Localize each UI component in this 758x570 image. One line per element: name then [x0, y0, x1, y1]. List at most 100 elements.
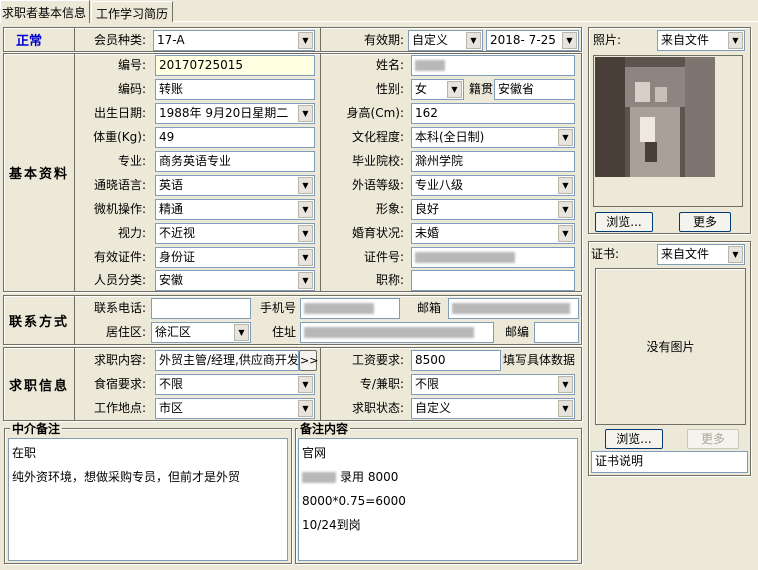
code-label: 编码:: [117, 82, 146, 96]
certificate-description-input[interactable]: 证书说明: [591, 451, 748, 473]
agency-note-line: 纯外资环境，想做采购专员，但前才是外贸: [12, 470, 241, 484]
redacted-name: [415, 60, 445, 71]
dropdown-arrow-icon: ▼: [298, 376, 313, 393]
redacted-mobile: [304, 303, 374, 314]
major-input[interactable]: 商务英语专业: [155, 151, 315, 172]
dropdown-arrow-icon: ▼: [298, 32, 313, 49]
gender-label: 性别:: [375, 82, 404, 96]
dropdown-arrow-icon: ▼: [298, 225, 313, 242]
pc-skill-label: 微机操作:: [93, 202, 146, 216]
id-type-label: 有效证件:: [93, 250, 146, 264]
dropdown-arrow-icon: ▼: [728, 246, 743, 263]
dropdown-arrow-icon: ▼: [298, 177, 313, 194]
pc-skill-select[interactable]: 精通 ▼: [155, 199, 315, 220]
address-input[interactable]: [300, 322, 494, 343]
birth-date-picker[interactable]: 1988年 9月20日星期二 ▼: [155, 103, 315, 124]
validity-mode-select[interactable]: 自定义 ▼: [408, 30, 483, 51]
remark-textarea[interactable]: 官网 录用 8000 8000*0.75=6000 10/24到岗: [298, 438, 578, 561]
contact-title: 联系方式: [8, 314, 69, 330]
phone-input[interactable]: [151, 298, 251, 319]
id-number-label: 证件号:: [363, 250, 404, 264]
dropdown-arrow-icon: ▼: [558, 400, 573, 417]
mobile-input[interactable]: [300, 298, 400, 319]
redacted-company: [302, 472, 336, 483]
foreign-level-label: 外语等级:: [351, 178, 404, 192]
certificate-more-button: 更多: [687, 429, 739, 449]
postcode-label: 邮编: [504, 325, 529, 339]
code-input[interactable]: 转账: [155, 79, 315, 100]
dropdown-arrow-icon: ▼: [558, 129, 573, 146]
phone-label: 联系电话:: [93, 301, 146, 315]
agency-notes-textarea[interactable]: 在职 纯外资环境，想做采购专员，但前才是外贸: [8, 438, 288, 561]
dropdown-arrow-icon: ▼: [298, 105, 313, 122]
job-status-select[interactable]: 自定义 ▼: [411, 398, 575, 419]
photo-source-select[interactable]: 来自文件 ▼: [657, 30, 745, 51]
no-image-text: 没有图片: [646, 340, 695, 354]
job-content-input[interactable]: 外贸主管/经理,供应商开发: [155, 350, 299, 371]
tab-basic-info[interactable]: 求职者基本信息: [0, 0, 90, 23]
tab-work-resume[interactable]: 工作学习简历: [91, 1, 173, 22]
address-label: 住址: [271, 325, 296, 339]
lodging-select[interactable]: 不限 ▼: [155, 374, 315, 395]
basic-info-title: 基本资料: [8, 167, 69, 182]
photo-image: [595, 57, 715, 177]
member-type-label: 会员种类:: [93, 33, 146, 47]
parttime-select[interactable]: 不限 ▼: [411, 374, 575, 395]
agency-notes-title: 中介备注: [10, 422, 63, 436]
redacted-email: [452, 303, 570, 314]
id-type-select[interactable]: 身份证 ▼: [155, 247, 315, 268]
language-label: 通晓语言:: [93, 178, 146, 192]
remark-title: 备注内容: [298, 422, 351, 436]
weight-input[interactable]: 49: [155, 127, 315, 148]
id-number-input[interactable]: [411, 247, 575, 268]
professional-title-input[interactable]: [411, 270, 575, 291]
remark-line: 录用 8000: [302, 465, 574, 489]
school-input[interactable]: 滁州学院: [411, 151, 575, 172]
photo-browse-button[interactable]: 浏览...: [595, 212, 653, 232]
photo-more-button[interactable]: 更多: [679, 212, 731, 232]
photo-portrait-icon: [595, 57, 715, 177]
work-place-select[interactable]: 市区 ▼: [155, 398, 315, 419]
certificate-browse-button[interactable]: 浏览...: [605, 429, 663, 449]
remark-line: 10/24到岗: [302, 518, 361, 532]
validity-label: 有效期:: [363, 33, 404, 47]
redacted-id-number: [415, 252, 515, 263]
dropdown-arrow-icon: ▼: [447, 81, 462, 98]
salary-label: 工资要求:: [351, 353, 404, 367]
image-select[interactable]: 良好 ▼: [411, 199, 575, 220]
education-label: 文化程度:: [351, 130, 404, 144]
height-label: 身高(Cm):: [346, 106, 404, 120]
job-content-label: 求职内容:: [93, 353, 146, 367]
district-label: 居住区:: [105, 325, 146, 339]
category-select[interactable]: 安徽 ▼: [155, 270, 315, 291]
job-status-label: 求职状态:: [351, 401, 404, 415]
postcode-input[interactable]: [534, 322, 579, 343]
number-input[interactable]: 20170725015: [155, 55, 315, 76]
gender-select[interactable]: 女 ▼: [411, 79, 464, 100]
parttime-label: 专/兼职:: [359, 377, 404, 391]
birth-label: 出生日期:: [93, 106, 146, 120]
job-content-more-button[interactable]: >>: [299, 350, 318, 371]
district-select[interactable]: 徐汇区 ▼: [151, 322, 251, 343]
salary-input[interactable]: 8500: [411, 350, 501, 371]
certificate-source-select[interactable]: 来自文件 ▼: [657, 244, 745, 265]
name-input[interactable]: [411, 55, 575, 76]
marriage-select[interactable]: 未婚 ▼: [411, 223, 575, 244]
email-input[interactable]: [448, 298, 579, 319]
tab-bar: 求职者基本信息 工作学习简历: [0, 0, 758, 23]
language-select[interactable]: 英语 ▼: [155, 175, 315, 196]
category-label: 人员分类:: [93, 273, 146, 287]
remark-line: 8000*0.75=6000: [302, 494, 406, 508]
mobile-label: 手机号: [259, 301, 296, 315]
dropdown-arrow-icon: ▼: [298, 272, 313, 289]
member-type-select[interactable]: 17-A ▼: [153, 30, 315, 51]
vision-select[interactable]: 不近视 ▼: [155, 223, 315, 244]
education-select[interactable]: 本科(全日制) ▼: [411, 127, 575, 148]
foreign-level-select[interactable]: 专业八级 ▼: [411, 175, 575, 196]
native-input[interactable]: 安徽省: [494, 79, 575, 100]
height-input[interactable]: 162: [411, 103, 575, 124]
email-label: 邮箱: [416, 301, 441, 315]
dropdown-arrow-icon: ▼: [558, 225, 573, 242]
validity-date-picker[interactable]: 2018- 7-25 ▼: [486, 30, 579, 51]
job-title: 求职信息: [8, 378, 69, 394]
